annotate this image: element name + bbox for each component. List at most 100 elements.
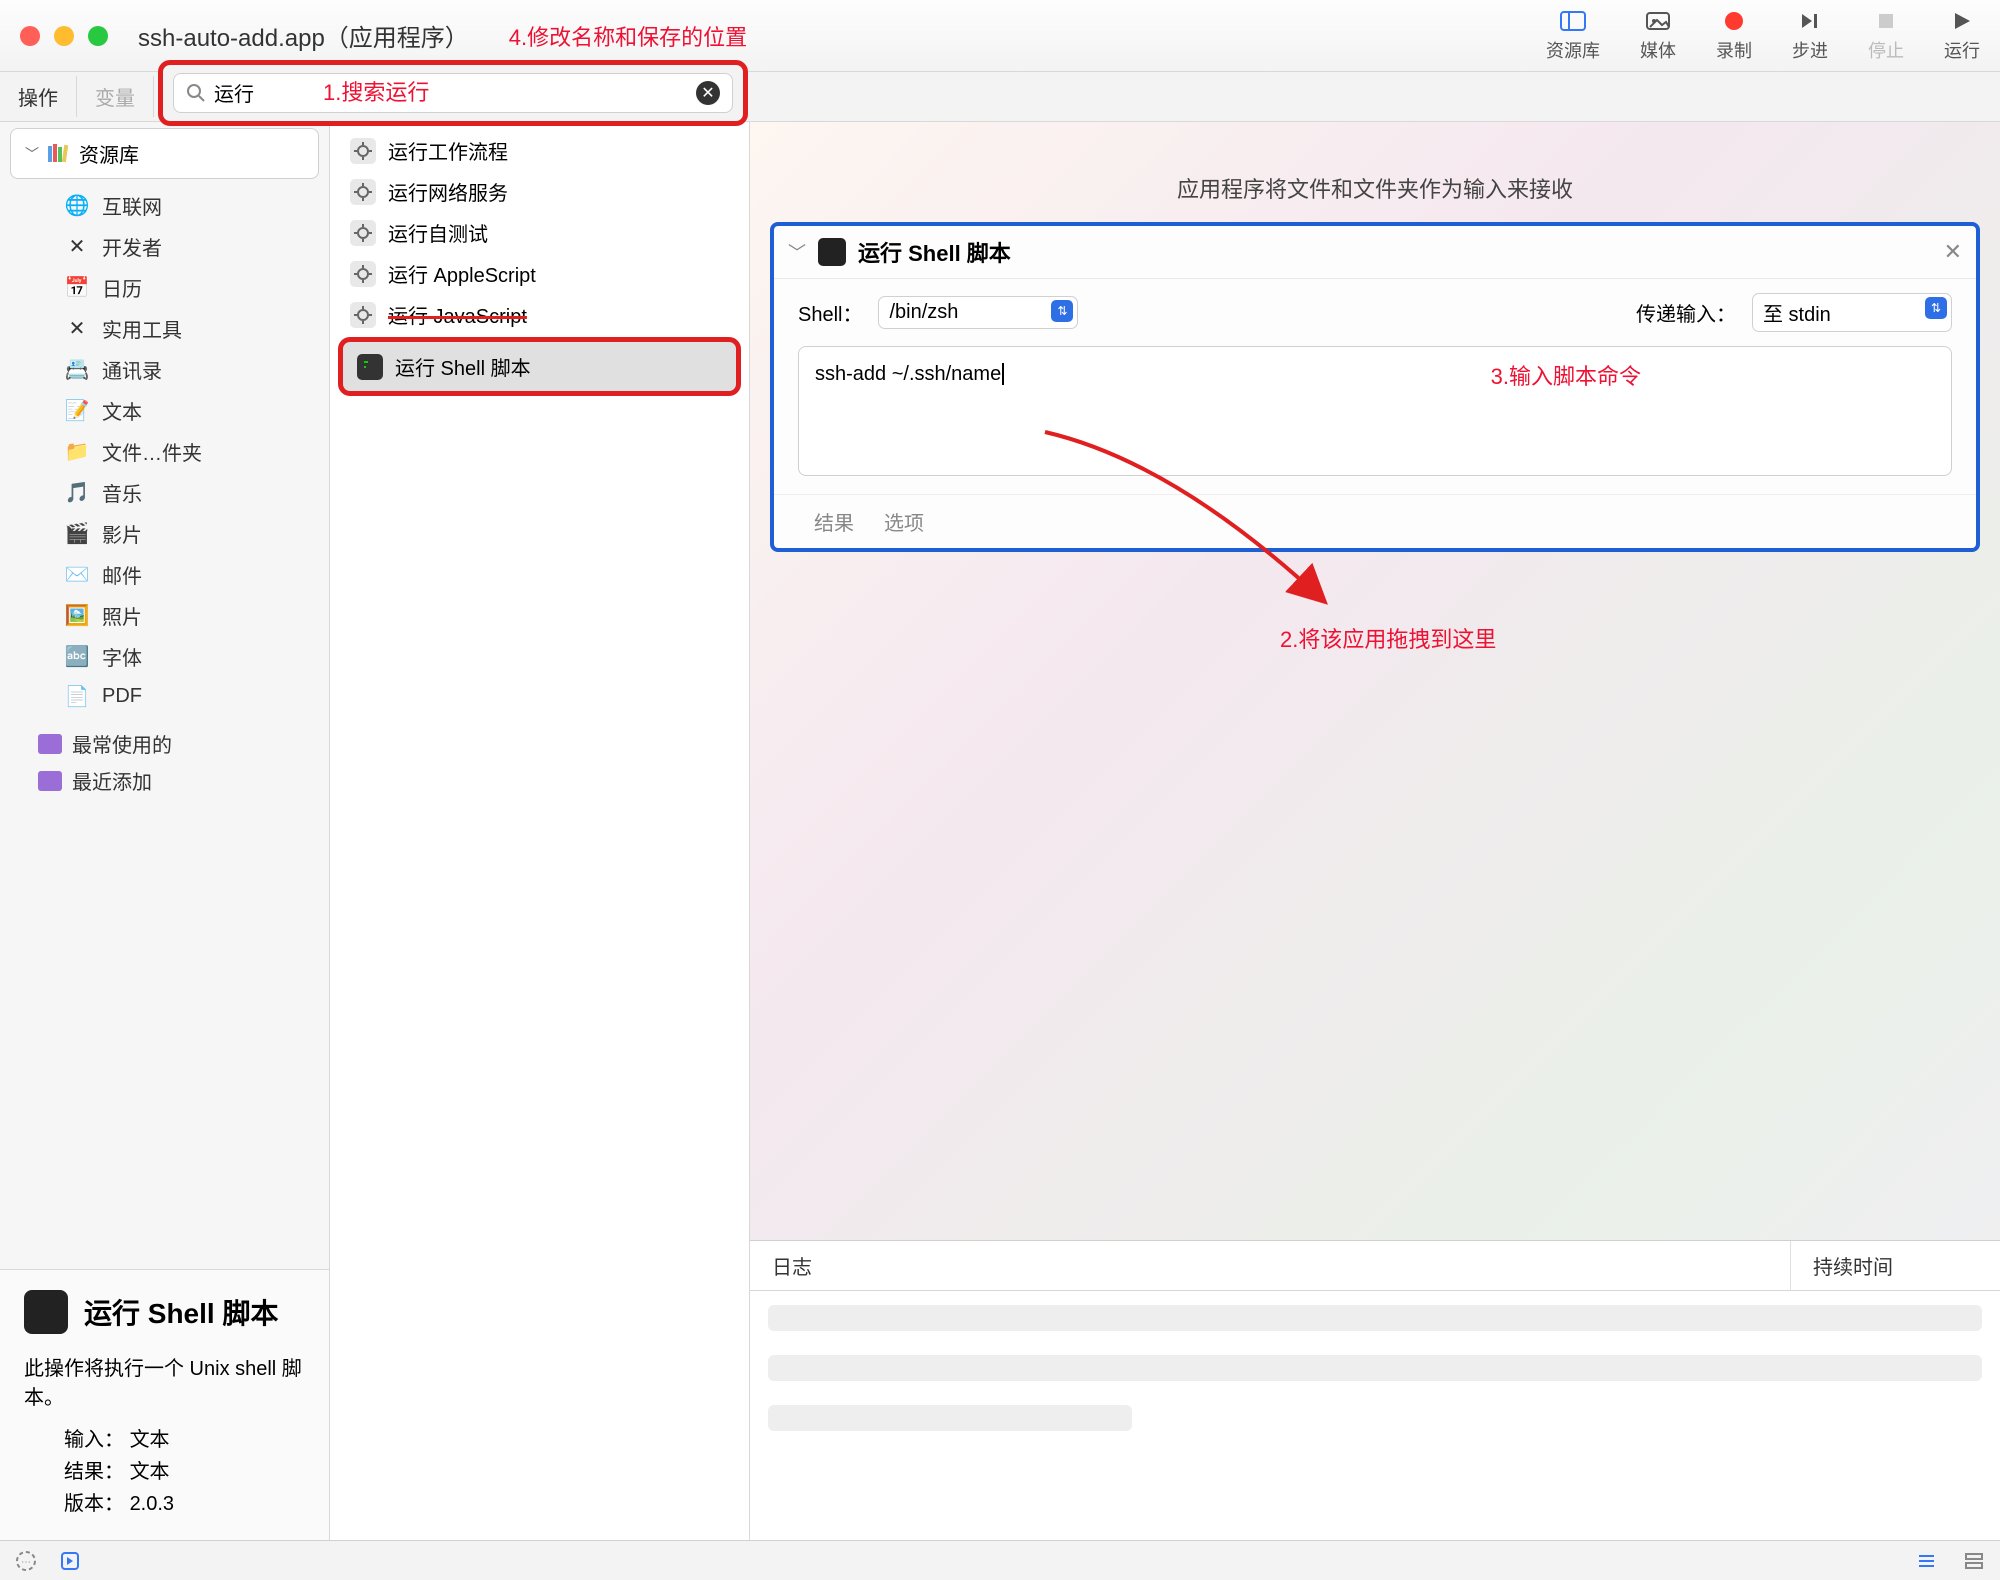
recent-label: 最常使用的 [72,729,172,758]
text-cursor [1002,363,1004,385]
action-label: 运行网络服务 [388,177,508,206]
sidebar-item[interactable]: 🎬影片 [56,513,329,554]
updown-icon: ⇅ [1051,300,1073,322]
sidebar: ﹀ 资源库 🌐互联网 ✕ 开发者 📅 日历 ✕ 实用工具 📇通讯录📝文本📁文件…件夹🎵音乐🎬影… [0,122,330,1540]
step-button[interactable]: 步进 [1792,9,1828,63]
updown-icon: ⇅ [1925,297,1947,319]
action-item[interactable]: 运行 Shell 脚本 [338,337,741,396]
library-header-label: 资源库 [79,139,139,168]
category-icon: 📄 [64,683,90,709]
sidebar-item[interactable]: 📝文本 [56,390,329,431]
library-button[interactable]: 资源库 [1546,9,1600,63]
close-icon[interactable] [20,26,40,46]
sidebar-item[interactable]: 📇通讯录 [56,349,329,390]
action-label: 运行自测试 [388,218,488,247]
actions-column: 运行工作流程运行网络服务运行自测试运行 AppleScript 运行 JavaSc… [330,122,750,1540]
record-label: 录制 [1716,37,1752,63]
action-label: 运行工作流程 [388,136,508,165]
results-tab[interactable]: 结果 [814,507,854,536]
chevron-down-icon[interactable]: ﹀ [788,239,806,265]
action-item[interactable]: 运行工作流程 [330,130,749,171]
run-button[interactable]: 运行 [1944,9,1980,63]
category-icon: 🔤 [64,644,90,670]
minimize-icon[interactable] [54,26,74,46]
search-input[interactable] [214,81,696,104]
log-area: 日志 持续时间 [750,1240,2000,1540]
clear-search-button[interactable]: ✕ [696,81,720,105]
recent-item[interactable]: 最近添加 [30,762,329,799]
sidebar-item[interactable]: 📅 日历 [56,267,329,308]
shell-select[interactable]: /bin/zsh ⇅ [878,296,1078,329]
window-controls [20,26,108,46]
category-icon: ✕ [64,316,90,342]
annotation-4: 4.修改名称和保存的位置 [509,20,747,52]
chevron-down-icon[interactable]: ﹀ [25,144,39,164]
sidebar-item[interactable]: 🖼️ 照片 [56,595,329,636]
tab-variables[interactable]: 变量 [77,76,154,117]
folder-icon [38,771,62,791]
folder-icon [38,734,62,754]
sidebar-item[interactable]: 📄 PDF [56,677,329,715]
panel-title: 运行 Shell 脚本 [858,236,1011,268]
books-icon [47,144,71,164]
secondary-bar: 操作 变量 ✕ 1.搜索运行 [0,72,2000,122]
sidebar-item[interactable]: 📁文件…件夹 [56,431,329,472]
category-icon: 🌐 [64,193,90,219]
sidebar-item-label: 开发者 [102,232,162,261]
action-item[interactable]: 运行 JavaScript [330,294,749,335]
sidebar-item[interactable]: 🌐互联网 [56,185,329,226]
recent-item[interactable]: 最常使用的 [30,725,329,762]
log-rows [750,1291,2000,1445]
sidebar-item[interactable]: ✕ 开发者 [56,226,329,267]
action-item[interactable]: 运行 AppleScript [330,253,749,294]
action-item[interactable]: 运行网络服务 [330,171,749,212]
media-button[interactable]: 媒体 [1640,9,1676,63]
log-header-message[interactable]: 日志 [750,1241,1790,1290]
category-icon: 🎵 [64,480,90,506]
zoom-icon[interactable] [88,26,108,46]
sidebar-item-label: 日历 [102,273,142,302]
sidebar-item-label: 实用工具 [102,314,182,343]
sidebar-item-label: PDF [102,685,142,708]
stop-label: 停止 [1868,37,1904,63]
sidebar-item[interactable]: ✕ 实用工具 [56,308,329,349]
pass-input-select[interactable]: 至 stdin ⇅ [1752,293,1952,332]
sidebar-item-label: 照片 [102,601,142,630]
sidebar-item[interactable]: 🎵音乐 [56,472,329,513]
record-button[interactable]: 录制 [1716,9,1752,63]
search-highlight: ✕ 1.搜索运行 [158,60,748,126]
status-progress-icon[interactable]: ⋯ [14,1549,38,1573]
category-icon: 📇 [64,357,90,383]
action-icon [350,220,376,246]
workflow-canvas[interactable]: 应用程序将文件和文件夹作为输入来接收 ﹀ 运行 Shell 脚本 ✕ Shell… [750,122,2000,1540]
log-header-duration[interactable]: 持续时间 [1790,1241,2000,1290]
window-title: ssh-auto-add.app（应用程序） [138,18,469,53]
library-header[interactable]: ﹀ 资源库 [10,128,319,179]
info-kv: 输入： 文本 结果： 文本 版本： 2.0.3 [24,1424,305,1520]
category-icon: 📅 [64,275,90,301]
options-tab[interactable]: 选项 [884,507,924,536]
close-panel-button[interactable]: ✕ [1944,239,1962,265]
status-workflow-icon[interactable] [58,1549,82,1573]
annotation-3: 3.输入脚本命令 [1491,359,1641,391]
flow-view-icon[interactable] [1962,1549,1986,1573]
action-item[interactable]: 运行自测试 [330,212,749,253]
sidebar-item[interactable]: 🔤 字体 [56,636,329,677]
pass-input-value: 至 stdin [1763,304,1831,326]
tab-actions[interactable]: 操作 [0,76,77,117]
shell-value: /bin/zsh [889,301,958,323]
sidebar-item-label: 文本 [102,396,142,425]
sidebar-item-label: 文件…件夹 [102,437,202,466]
info-description: 此操作将执行一个 Unix shell 脚本。 [24,1352,305,1410]
action-label: 运行 JavaScript [388,300,527,329]
sidebar-item-label: 字体 [102,642,142,671]
annotation-2: 2.将该应用拖拽到这里 [1280,622,1496,654]
pass-input-label: 传递输入： [1636,298,1736,327]
info-title: 运行 Shell 脚本 [84,1292,278,1332]
category-icon: ✕ [64,234,90,260]
category-icon: 🖼️ [64,603,90,629]
search-field[interactable]: ✕ [173,73,733,113]
script-textarea[interactable]: ssh-add ~/.ssh/name 3.输入脚本命令 [798,346,1952,476]
list-view-icon[interactable] [1914,1549,1938,1573]
sidebar-item[interactable]: ✉️邮件 [56,554,329,595]
